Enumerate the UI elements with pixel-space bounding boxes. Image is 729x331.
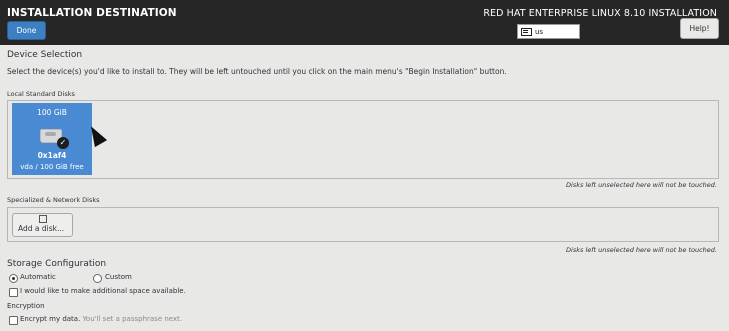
local-disks-label: Local Standard Disks (7, 90, 75, 98)
checkmark-icon: ✓ (57, 137, 69, 149)
device-selection-description: Select the device(s) you'd like to insta… (7, 67, 507, 76)
disk-vda[interactable]: 100 GiB ✓ 0x1af4 vda / 100 GiB free (12, 103, 92, 175)
additional-space-checkbox[interactable] (9, 288, 18, 297)
add-disk-icon (39, 215, 47, 223)
keyboard-layout-indicator[interactable]: us (517, 24, 580, 39)
local-disks-panel (7, 100, 719, 179)
disk-size: 100 GiB (37, 108, 67, 117)
page-title: INSTALLATION DESTINATION (7, 7, 177, 19)
network-disks-panel (7, 207, 719, 242)
encrypt-hint: You'll set a passphrase next. (82, 315, 183, 323)
automatic-label[interactable]: Automatic (20, 273, 56, 281)
storage-config-heading: Storage Configuration (7, 259, 107, 269)
encrypt-checkbox[interactable] (9, 316, 18, 325)
add-disk-button[interactable]: Add a disk... (12, 213, 73, 237)
disk-info: vda / 100 GiB free (20, 163, 84, 171)
device-selection-heading: Device Selection (7, 50, 83, 60)
custom-radio[interactable] (93, 274, 102, 283)
encrypt-label[interactable]: Encrypt my data. You'll set a passphrase… (20, 315, 182, 323)
disk-name: 0x1af4 (37, 151, 67, 160)
done-button[interactable]: Done (7, 21, 46, 40)
encrypt-text: Encrypt my data. (20, 315, 81, 323)
custom-label[interactable]: Custom (105, 273, 132, 281)
encryption-heading: Encryption (7, 302, 45, 310)
keyboard-layout-label: us (535, 27, 544, 36)
additional-space-label[interactable]: I would like to make additional space av… (20, 287, 186, 295)
network-disks-note: Disks left unselected here will not be t… (566, 246, 717, 254)
add-disk-label: Add a disk... (18, 224, 65, 233)
top-bar: INSTALLATION DESTINATION Done RED HAT EN… (0, 0, 729, 45)
automatic-radio[interactable] (9, 274, 18, 283)
help-button[interactable]: Help! (680, 18, 719, 39)
keyboard-icon (521, 27, 532, 36)
local-disks-note: Disks left unselected here will not be t… (566, 181, 717, 189)
network-disks-label: Specialized & Network Disks (7, 196, 100, 204)
